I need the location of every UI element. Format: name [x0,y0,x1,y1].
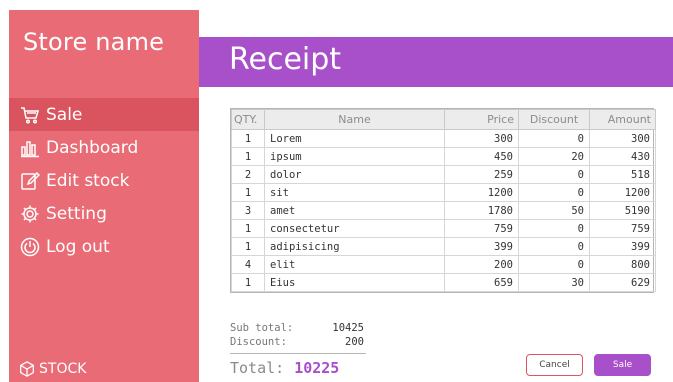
column-header-price: Price [444,109,519,130]
cell-amount: 759 [589,219,656,238]
cell-name: adipisicing [264,237,445,256]
column-header-discount: Discount [518,109,590,130]
sidebar: Store name Sale Dashboard Edit stock Set… [9,10,199,382]
cell-price: 200 [444,255,519,274]
stock-label: STOCK [39,361,87,377]
sidebar-item-label: Dashboard [46,137,139,158]
table-row[interactable]: 1 sit 1200 0 1200 [231,183,656,202]
sidebar-item-log-out[interactable]: Log out [9,230,199,263]
cell-name: consectetur [264,219,445,238]
sale-button[interactable]: Sale [594,354,651,376]
bar-chart-icon [20,138,40,158]
table-row[interactable]: 4 elit 200 0 800 [231,255,656,274]
cell-name: elit [264,255,445,274]
cell-discount: 50 [518,201,590,220]
table-row[interactable]: 1 Eius 659 30 629 [231,273,656,292]
sidebar-item-edit-stock[interactable]: Edit stock [9,164,199,197]
cell-qty: 1 [231,273,265,292]
table-row[interactable]: 1 consectetur 759 0 759 [231,219,656,238]
cell-price: 300 [444,129,519,148]
sidebar-item-dashboard[interactable]: Dashboard [9,131,199,164]
discount-label: Discount: [230,336,287,348]
cell-discount: 20 [518,147,590,166]
cell-price: 1780 [444,201,519,220]
cell-discount: 0 [518,183,590,202]
cell-amount: 800 [589,255,656,274]
store-name: Store name [23,28,165,56]
cell-amount: 518 [589,165,656,184]
cell-amount: 629 [589,273,656,292]
cell-price: 659 [444,273,519,292]
cell-qty: 1 [231,183,265,202]
stock-footer: STOCK [18,360,86,378]
table-row[interactable]: 2 dolor 259 0 518 [231,165,656,184]
cell-discount: 0 [518,165,590,184]
cell-name: ipsum [264,147,445,166]
subtotal-label: Sub total: [230,322,294,334]
cell-name: sit [264,183,445,202]
sidebar-nav: Sale Dashboard Edit stock Setting Log ou… [9,98,199,263]
box-icon [20,361,34,377]
cell-name: amet [264,201,445,220]
table-body: 1 Lorem 300 0 300 1 ipsum 450 20 430 2 dolor 259 0 518… [231,129,656,292]
column-header-name: Name [264,109,445,130]
column-header-amount: Amount [589,109,656,130]
total-label: Total: [230,359,285,377]
cell-amount: 300 [589,129,656,148]
cell-amount: 430 [589,147,656,166]
cell-amount: 399 [589,237,656,256]
grand-total: Total: 10225 [230,359,339,377]
cell-qty: 4 [231,255,265,274]
cell-name: Eius [264,273,445,292]
total-divider [230,353,366,354]
totals-summary: Sub total: 10425 Discount: 200 [230,321,364,349]
power-icon [20,237,40,257]
column-header-qty: QTY. [231,109,265,130]
page-title: Receipt [229,42,342,77]
cell-price: 450 [444,147,519,166]
sidebar-item-label: Log out [46,236,110,257]
cell-name: dolor [264,165,445,184]
total-value: 10225 [294,359,340,377]
cell-price: 1200 [444,183,519,202]
gear-icon [20,204,40,224]
sidebar-item-setting[interactable]: Setting [9,197,199,230]
cell-qty: 1 [231,147,265,166]
cell-discount: 0 [518,255,590,274]
header-bar: Receipt [199,37,673,87]
discount-value: 200 [345,336,364,348]
cell-qty: 2 [231,165,265,184]
sidebar-item-sale[interactable]: Sale [9,98,199,131]
table-row[interactable]: 3 amet 1780 50 5190 [231,201,656,220]
cell-qty: 3 [231,201,265,220]
sidebar-item-label: Edit stock [46,170,130,191]
table-row[interactable]: 1 Lorem 300 0 300 [231,129,656,148]
receipt-table: QTY. Name Price Discount Amount 1 Lorem 30… [230,108,656,293]
cell-discount: 0 [518,219,590,238]
subtotal-value: 10425 [332,322,364,334]
cell-discount: 0 [518,237,590,256]
sidebar-item-label: Sale [46,104,83,125]
sidebar-item-label: Setting [46,203,107,224]
cell-price: 759 [444,219,519,238]
cell-amount: 1200 [589,183,656,202]
cell-discount: 30 [518,273,590,292]
table-header-row: QTY. Name Price Discount Amount [231,109,656,130]
cancel-button[interactable]: Cancel [526,354,583,376]
cell-qty: 1 [231,219,265,238]
cell-price: 399 [444,237,519,256]
cart-icon [20,105,40,125]
cell-discount: 0 [518,129,590,148]
table-row[interactable]: 1 ipsum 450 20 430 [231,147,656,166]
cell-amount: 5190 [589,201,656,220]
cell-name: Lorem [264,129,445,148]
table-row[interactable]: 1 adipisicing 399 0 399 [231,237,656,256]
edit-icon [20,171,40,191]
cell-price: 259 [444,165,519,184]
cell-qty: 1 [231,129,265,148]
cell-qty: 1 [231,237,265,256]
